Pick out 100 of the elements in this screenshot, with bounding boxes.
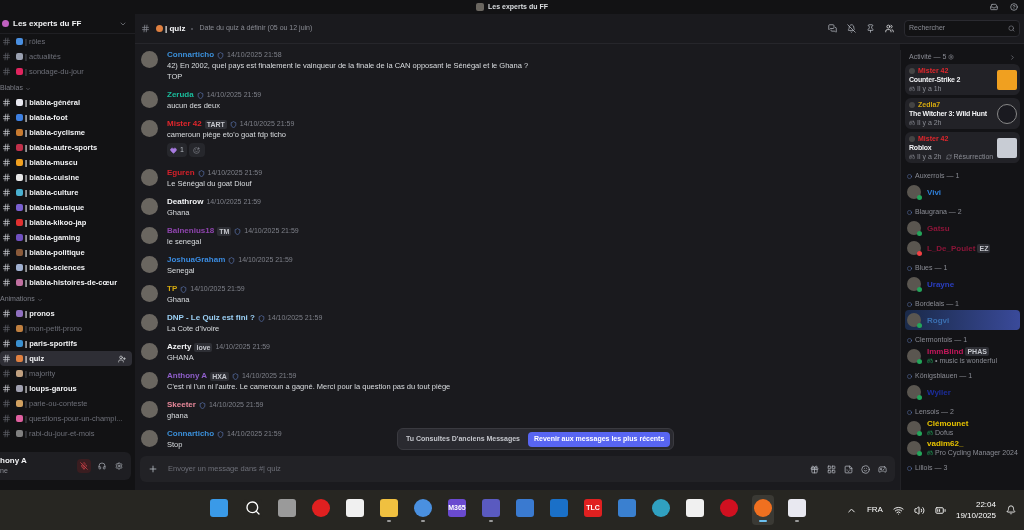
avatar[interactable]: [141, 314, 158, 331]
avatar: [907, 420, 921, 435]
avatar[interactable]: [141, 227, 158, 244]
channel-emoji-icon: [16, 264, 23, 271]
threads-icon[interactable]: [828, 24, 837, 33]
inbox-icon[interactable]: [990, 3, 998, 11]
avatar[interactable]: [141, 372, 158, 389]
author-name[interactable]: TP: [167, 283, 178, 295]
avatar: [909, 135, 915, 142]
channel-emoji-icon: [16, 38, 23, 45]
avatar[interactable]: [141, 343, 158, 360]
clock-date[interactable]: 19/10/2025: [955, 510, 996, 521]
pin-icon[interactable]: [866, 24, 875, 33]
author-name[interactable]: JoshuaGraham: [167, 254, 226, 266]
app-icon: [414, 498, 432, 517]
channel-emoji-icon: [16, 325, 23, 332]
author-name[interactable]: Zeruda: [167, 89, 194, 101]
channel-emoji-icon: [16, 249, 23, 256]
invite-icon[interactable]: [118, 354, 126, 363]
game-art-placeholder: [997, 103, 1017, 124]
avatar[interactable]: [141, 285, 158, 302]
app-icon: [312, 498, 330, 517]
avatar: [907, 312, 921, 327]
clock-time[interactable]: 22:04: [975, 499, 996, 510]
settings-icon[interactable]: [948, 54, 955, 60]
author-name[interactable]: Skeeter: [167, 399, 196, 411]
channel-emoji-icon: [16, 99, 23, 106]
hash-icon: [2, 143, 11, 152]
microphone-button[interactable]: [77, 459, 91, 473]
app-icon: [618, 498, 636, 517]
avatar[interactable]: [141, 120, 158, 137]
author-name[interactable]: Mister 42: [167, 118, 202, 130]
hash-icon: [2, 324, 11, 333]
avatar: [909, 101, 915, 108]
member-name: vadim62_: [927, 439, 964, 448]
gamepad-icon: [909, 85, 915, 92]
gift-icon[interactable]: [810, 464, 819, 474]
apps-icon[interactable]: [878, 464, 887, 474]
hash-icon: [2, 278, 11, 287]
hash-icon: [2, 384, 11, 393]
channel-emoji-icon: [16, 144, 23, 151]
members-icon[interactable]: [885, 24, 894, 33]
plus-icon[interactable]: [148, 464, 158, 474]
member-name: Vivi: [927, 187, 942, 197]
member-name: L_De_Poulet: [927, 243, 976, 253]
channel-emoji-icon: [16, 114, 23, 121]
hash-icon: [2, 369, 11, 378]
channel-emoji-icon: [16, 400, 23, 407]
chevron-right-icon[interactable]: [1009, 53, 1016, 61]
headphones-button[interactable]: [96, 460, 108, 472]
avatar[interactable]: [141, 169, 158, 186]
channel-emoji-icon: [16, 355, 23, 362]
app-icon: [380, 498, 398, 517]
avatar[interactable]: [141, 91, 158, 108]
hash-icon: [2, 52, 11, 61]
hash-icon: [2, 37, 11, 46]
channel-emoji-icon: [156, 25, 163, 32]
hash-icon: [2, 263, 11, 272]
avatar: [907, 184, 921, 199]
hash-icon: [2, 354, 11, 363]
author-name[interactable]: DNP - Le Quiz est fini ?: [167, 312, 255, 324]
notification-icon[interactable]: [1006, 505, 1016, 515]
app-icon: [788, 498, 806, 517]
avatar[interactable]: [141, 401, 158, 418]
battery-icon[interactable]: [934, 504, 946, 516]
emoji-icon[interactable]: [861, 464, 870, 474]
language-indicator[interactable]: FRA: [866, 504, 883, 516]
volume-icon[interactable]: [913, 504, 925, 516]
chevron-down-icon: [24, 85, 31, 92]
channel-emoji-icon: [16, 68, 23, 75]
wifi-icon[interactable]: [892, 504, 904, 516]
member-name: Wyller: [927, 387, 951, 397]
app-icon: [482, 498, 500, 517]
server-name: Les experts du FF: [13, 17, 82, 30]
avatar[interactable]: [141, 51, 158, 68]
avatar[interactable]: [141, 198, 158, 215]
add-reaction-button[interactable]: [188, 143, 205, 157]
search-icon[interactable]: [1008, 25, 1015, 32]
channel-emoji-icon: [16, 340, 23, 347]
channel-emoji-icon: [16, 385, 23, 392]
sticker-icon[interactable]: [844, 464, 853, 474]
channel-emoji-icon: [16, 204, 23, 211]
add-emoji-icon: [193, 146, 201, 154]
role-icon: [907, 173, 912, 179]
heart-icon: [170, 146, 177, 154]
channel-emoji-icon: [16, 234, 23, 241]
author-name[interactable]: Anthony A: [167, 370, 208, 382]
author-name[interactable]: Azerty: [167, 341, 192, 353]
author-name[interactable]: Connarticho: [167, 428, 215, 440]
help-icon[interactable]: [1010, 3, 1018, 11]
member-name: Rogvi: [927, 315, 950, 325]
hash-icon: [2, 399, 11, 408]
gif-icon[interactable]: [827, 464, 836, 474]
avatar[interactable]: [141, 256, 158, 273]
member-item[interactable]: Vivi: [905, 182, 1020, 202]
author-name[interactable]: Connarticho: [167, 49, 215, 61]
author-name[interactable]: Deathrow: [167, 196, 204, 208]
settings-button[interactable]: [113, 460, 125, 472]
mute-icon[interactable]: [847, 24, 856, 33]
avatar[interactable]: [141, 430, 158, 447]
